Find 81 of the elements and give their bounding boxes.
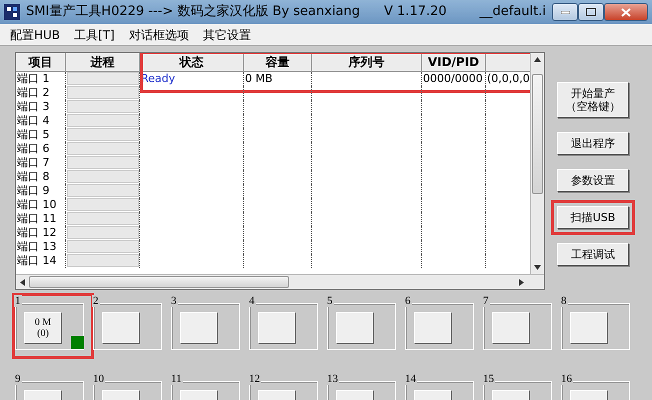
action-button[interactable]: 扫描USB	[557, 206, 629, 229]
window-title: SMI量产工具H0229 ---> 数码之家汉化版 By seanxiang	[26, 3, 360, 22]
port-label: 端口 13	[17, 240, 56, 253]
port-button[interactable]	[570, 312, 608, 344]
port-number: 15	[482, 373, 495, 385]
port-button[interactable]	[492, 312, 530, 344]
port-number: 10	[92, 373, 105, 385]
column-header[interactable]: VID/PID	[422, 53, 486, 72]
port-label: 端口 6	[17, 142, 50, 155]
action-button[interactable]: 参数设置	[557, 169, 629, 192]
menu-item[interactable]: 其它设置	[202, 26, 251, 44]
port-button[interactable]	[414, 312, 452, 344]
port-button[interactable]	[180, 312, 218, 344]
port-label: 端口 12	[17, 226, 56, 239]
port-number: 9	[14, 373, 22, 385]
table-cell: 0000/0000	[423, 72, 483, 85]
port-button[interactable]	[336, 312, 374, 344]
version-label: V 1.17.20	[384, 3, 447, 22]
action-button[interactable]: 工程调试	[557, 243, 629, 266]
action-button[interactable]: 退出程序	[557, 132, 629, 155]
port-label: 端口 1	[17, 72, 50, 85]
table-cell: 0 MB	[245, 72, 273, 85]
scroll-thumb[interactable]	[532, 74, 543, 194]
port-frame	[327, 303, 396, 350]
port-number: 13	[326, 373, 339, 385]
column-header[interactable]	[486, 53, 530, 72]
scroll-right-icon[interactable]	[519, 278, 524, 286]
port-label: 端口 3	[17, 100, 50, 113]
close-button[interactable]	[604, 3, 648, 21]
action-button[interactable]: 开始量产 （空格键）	[557, 82, 629, 118]
port-label: 端口 10	[17, 198, 56, 211]
port-number: 2	[92, 295, 100, 307]
port-label: 端口 7	[17, 156, 50, 169]
port-number: 4	[248, 295, 256, 307]
scroll-left-icon[interactable]	[20, 278, 25, 286]
scroll-up-icon[interactable]	[534, 57, 541, 62]
column-header[interactable]: 项目	[16, 53, 66, 72]
menu-item[interactable]: 工具[T]	[74, 26, 115, 44]
port-number: 7	[482, 295, 490, 307]
port-frame	[93, 303, 162, 350]
port-frame	[561, 303, 630, 350]
port-label: 端口 5	[17, 128, 50, 141]
port-frame	[405, 303, 474, 350]
column-header[interactable]: 状态	[140, 53, 244, 72]
menu-item[interactable]: 对话框选项	[128, 26, 189, 44]
port-number: 1	[14, 295, 22, 307]
port-button[interactable]	[258, 312, 296, 344]
port-number: 3	[170, 295, 178, 307]
close-icon	[621, 8, 631, 16]
port-label: 端口 8	[17, 170, 50, 183]
port-number: 6	[404, 295, 412, 307]
port-frame	[171, 303, 240, 350]
port-label: 端口 9	[17, 184, 50, 197]
port-number: 14	[404, 373, 417, 385]
port-label: 端口 2	[17, 86, 50, 99]
scroll-down-icon[interactable]	[534, 265, 541, 270]
menu-item[interactable]: 配置HUB	[10, 26, 60, 44]
port-number: 12	[248, 373, 261, 385]
port-number: 5	[326, 295, 334, 307]
port-button[interactable]: 0 M (0)	[24, 312, 62, 344]
maximize-button[interactable]	[578, 3, 604, 21]
port-button[interactable]	[102, 312, 140, 344]
column-header[interactable]: 容量	[244, 53, 312, 72]
port-frame	[249, 303, 318, 350]
port-number: 16	[560, 373, 573, 385]
port-number: 11	[170, 373, 183, 385]
app-icon	[4, 4, 20, 20]
port-label: 端口 4	[17, 114, 50, 127]
column-header[interactable]: 序列号	[312, 53, 422, 72]
port-label: 端口 11	[17, 212, 56, 225]
file-name: __default.i	[480, 3, 546, 22]
port-frame	[15, 303, 84, 350]
scroll-thumb[interactable]	[29, 276, 289, 288]
table-cell: (0,0,0,0,	[487, 72, 530, 85]
port-number: 8	[560, 295, 568, 307]
column-header[interactable]: 进程	[66, 53, 140, 72]
minimize-button[interactable]	[552, 3, 578, 21]
maximize-icon	[586, 8, 596, 16]
port-label: 端口 14	[17, 254, 56, 267]
port-frame	[483, 303, 552, 350]
minimize-icon	[560, 10, 570, 14]
